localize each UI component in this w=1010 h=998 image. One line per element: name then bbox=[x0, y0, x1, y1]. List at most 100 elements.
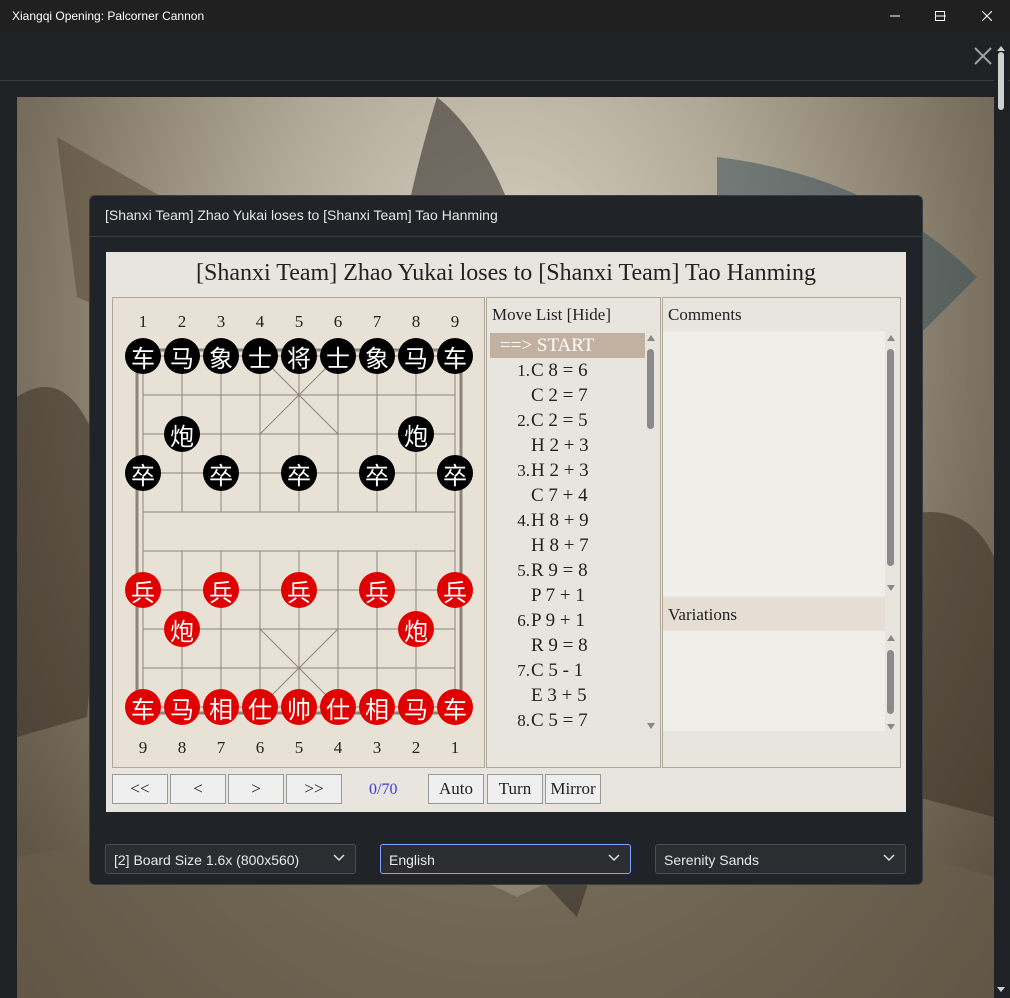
move-list-scrollbar[interactable] bbox=[646, 335, 656, 732]
red-piece[interactable]: 兵 bbox=[437, 572, 473, 608]
red-piece[interactable]: 车 bbox=[437, 689, 473, 725]
app-toolbar bbox=[0, 32, 1010, 81]
move-row[interactable]: E 3 + 5 bbox=[490, 683, 645, 708]
move-row[interactable]: 8. C 5 = 7 bbox=[490, 708, 645, 733]
page-scrollbar-thumb[interactable] bbox=[998, 52, 1004, 110]
last-move-button[interactable]: >> bbox=[286, 774, 342, 804]
black-piece[interactable]: 卒 bbox=[359, 455, 395, 491]
comments-scrollbar[interactable] bbox=[886, 335, 896, 593]
variations-scroll-thumb[interactable] bbox=[887, 650, 894, 714]
red-piece[interactable]: 相 bbox=[359, 689, 395, 725]
black-piece[interactable]: 马 bbox=[164, 338, 200, 374]
scroll-down-icon[interactable] bbox=[887, 585, 895, 591]
variations-header-bar: Variations bbox=[663, 598, 885, 630]
variations-scrollbar[interactable] bbox=[886, 635, 896, 732]
black-piece[interactable]: 车 bbox=[437, 338, 473, 374]
move-row[interactable]: 6. P 9 + 1 bbox=[490, 608, 645, 633]
minimize-button-area[interactable] bbox=[872, 0, 918, 32]
move-notation: C 5 = 7 bbox=[531, 710, 588, 731]
red-piece[interactable]: 炮 bbox=[398, 611, 434, 647]
move-notation: C 5 - 1 bbox=[531, 660, 584, 681]
scroll-down-icon[interactable] bbox=[647, 723, 655, 729]
file-number-top: 1 bbox=[138, 312, 148, 331]
scroll-up-icon[interactable] bbox=[997, 44, 1005, 52]
scroll-up-icon[interactable] bbox=[887, 635, 895, 641]
move-number: 5. bbox=[517, 561, 530, 580]
red-piece[interactable]: 马 bbox=[398, 689, 434, 725]
move-row[interactable]: 1. C 8 = 6 bbox=[490, 358, 645, 383]
board-size-select[interactable]: [2] Board Size 1.6x (800x560) bbox=[105, 844, 356, 874]
variations-area[interactable] bbox=[663, 631, 885, 731]
close-icon bbox=[982, 11, 992, 21]
black-piece[interactable]: 卒 bbox=[437, 455, 473, 491]
scroll-up-icon[interactable] bbox=[887, 335, 895, 341]
close-dialog-button[interactable] bbox=[972, 45, 994, 67]
move-notation: P 9 + 1 bbox=[531, 610, 585, 631]
red-piece[interactable]: 兵 bbox=[281, 572, 317, 608]
language-select[interactable]: English bbox=[380, 844, 631, 874]
move-row[interactable]: 3. H 2 + 3 bbox=[490, 458, 645, 483]
move-row[interactable]: 2. C 2 = 5 bbox=[490, 408, 645, 433]
move-list-scroll-thumb[interactable] bbox=[647, 349, 654, 429]
turn-board-button[interactable]: Turn bbox=[487, 774, 543, 804]
move-row[interactable]: P 7 + 1 bbox=[490, 583, 645, 608]
xiangqi-board[interactable]: 123456789 987654321 车马象士将士象马车炮炮卒卒卒卒卒兵兵兵兵… bbox=[112, 297, 485, 768]
red-piece[interactable]: 兵 bbox=[125, 572, 161, 608]
page-scrollbar-track[interactable] bbox=[994, 44, 1008, 998]
move-notation: C 8 = 6 bbox=[531, 360, 588, 381]
black-piece[interactable]: 炮 bbox=[398, 416, 434, 452]
black-piece[interactable]: 士 bbox=[242, 338, 278, 374]
theme-select[interactable]: Serenity Sands bbox=[655, 844, 906, 874]
comments-header: Comments bbox=[668, 305, 742, 324]
move-row[interactable]: 7. C 5 - 1 bbox=[490, 658, 645, 683]
scroll-down-icon[interactable] bbox=[887, 724, 895, 730]
prev-move-button[interactable]: < bbox=[170, 774, 226, 804]
scroll-up-icon[interactable] bbox=[647, 335, 655, 341]
move-list-header[interactable]: Move List [Hide] bbox=[492, 305, 611, 325]
move-row[interactable]: H 2 + 3 bbox=[490, 433, 645, 458]
move-number: 3. bbox=[517, 461, 530, 480]
next-move-button[interactable]: > bbox=[228, 774, 284, 804]
red-piece[interactable]: 马 bbox=[164, 689, 200, 725]
red-piece[interactable]: 相 bbox=[203, 689, 239, 725]
auto-play-button[interactable]: Auto bbox=[428, 774, 484, 804]
red-piece[interactable]: 仕 bbox=[242, 689, 278, 725]
black-piece[interactable]: 象 bbox=[203, 338, 239, 374]
black-piece[interactable]: 炮 bbox=[164, 416, 200, 452]
black-piece[interactable]: 象 bbox=[359, 338, 395, 374]
black-piece[interactable]: 卒 bbox=[203, 455, 239, 491]
theme-value: Serenity Sands bbox=[664, 852, 759, 868]
first-move-button[interactable]: << bbox=[112, 774, 168, 804]
close-window-button[interactable] bbox=[964, 0, 1010, 32]
file-number-bottom: 3 bbox=[372, 738, 382, 757]
game-dialog: [Shanxi Team] Zhao Yukai loses to [Shanx… bbox=[89, 195, 923, 885]
move-notation: H 2 + 3 bbox=[531, 435, 589, 456]
red-piece[interactable]: 帅 bbox=[281, 689, 317, 725]
maximize-button-area[interactable] bbox=[917, 0, 963, 32]
comments-text-area[interactable] bbox=[663, 331, 885, 596]
move-notation: H 8 + 7 bbox=[531, 535, 589, 556]
move-row[interactable]: H 8 + 7 bbox=[490, 533, 645, 558]
red-piece[interactable]: 车 bbox=[125, 689, 161, 725]
move-row[interactable]: R 9 = 8 bbox=[490, 633, 645, 658]
red-piece[interactable]: 炮 bbox=[164, 611, 200, 647]
move-row[interactable]: C 7 + 4 bbox=[490, 483, 645, 508]
move-row[interactable]: 5. R 9 = 8 bbox=[490, 558, 645, 583]
mirror-board-button[interactable]: Mirror bbox=[545, 774, 601, 804]
black-piece[interactable]: 马 bbox=[398, 338, 434, 374]
move-start-row[interactable]: ==> START bbox=[490, 333, 645, 358]
red-piece[interactable]: 仕 bbox=[320, 689, 356, 725]
move-row[interactable]: 4. H 8 + 9 bbox=[490, 508, 645, 533]
black-piece[interactable]: 士 bbox=[320, 338, 356, 374]
move-notation: P 7 + 1 bbox=[531, 585, 585, 606]
black-piece[interactable]: 卒 bbox=[281, 455, 317, 491]
move-notation: H 2 + 3 bbox=[531, 460, 589, 481]
black-piece[interactable]: 车 bbox=[125, 338, 161, 374]
scroll-down-icon[interactable] bbox=[997, 986, 1005, 994]
black-piece[interactable]: 将 bbox=[281, 338, 317, 374]
comments-scroll-thumb[interactable] bbox=[887, 349, 894, 566]
red-piece[interactable]: 兵 bbox=[203, 572, 239, 608]
red-piece[interactable]: 兵 bbox=[359, 572, 395, 608]
move-row[interactable]: C 2 = 7 bbox=[490, 383, 645, 408]
black-piece[interactable]: 卒 bbox=[125, 455, 161, 491]
